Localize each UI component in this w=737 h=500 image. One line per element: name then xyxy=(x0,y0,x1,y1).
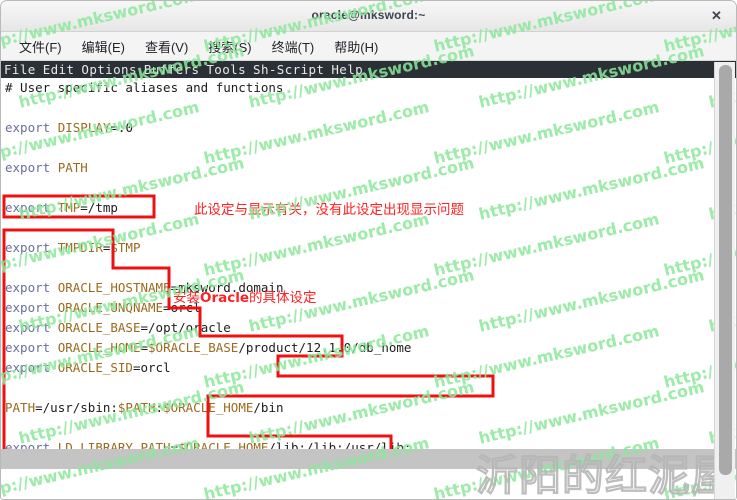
brand-watermark: 沂阳的红泥屋 xyxy=(475,451,734,500)
menu-item-search[interactable]: 搜索(S) xyxy=(198,35,261,58)
code-keyword: export xyxy=(5,160,58,175)
terminal-menu-bar: 文件(F) 编辑(E) 查看(V) 搜索(S) 终端(T) 帮助(H) xyxy=(1,32,736,61)
window-title: oracle@mksword:~ xyxy=(311,8,426,22)
scrollbar-thumb[interactable] xyxy=(719,65,732,475)
code-keyword: export xyxy=(5,240,58,255)
emacs-menu-edit[interactable]: Edit xyxy=(43,62,75,77)
code-var-ref: $ORACLE_BASE xyxy=(148,340,239,355)
emacs-menu-file[interactable]: File xyxy=(4,62,36,77)
code-value: /bin xyxy=(253,400,284,415)
code-line: PATH=/usr/sbin:$PATH:$ORACLE_HOME/bin xyxy=(1,398,716,418)
code-keyword: export xyxy=(5,320,58,335)
emacs-menu-options[interactable]: Options xyxy=(81,62,136,77)
code-value: /opt/oracle xyxy=(148,320,231,335)
code-operator: = xyxy=(140,340,149,355)
code-value: /product/12.1.0/db_home xyxy=(238,340,412,355)
code-comment: # User specific aliases and functions xyxy=(5,80,284,95)
code-variable: ORACLE_SID xyxy=(57,360,133,375)
annotation-oracle-note-suffix: 的具体设定 xyxy=(249,290,317,306)
menu-item-file[interactable]: 文件(F) xyxy=(9,35,72,58)
code-line: export ORACLE_HOME=$ORACLE_BASE/product/… xyxy=(1,338,716,358)
code-variable: PATH xyxy=(5,400,36,415)
code-operator: =: xyxy=(110,120,126,135)
code-line: export TMPDIR=$TMP xyxy=(1,238,716,258)
emacs-menu-tools[interactable]: Tools xyxy=(206,62,246,77)
screenshot-root: oracle@mksword:~ ✕ 文件(F) 编辑(E) 查看(V) 搜索(… xyxy=(0,0,737,500)
annotation-oracle-note-prefix: 安装 xyxy=(173,290,200,306)
menu-item-view[interactable]: 查看(V) xyxy=(135,35,198,58)
code-line: export ORACLE_HOSTNAME=mksword.domain xyxy=(1,278,716,298)
code-keyword: export xyxy=(5,300,58,315)
code-value: /usr/sbin: xyxy=(42,400,118,415)
code-operator: = xyxy=(35,400,43,415)
code-value: /tmp xyxy=(87,200,118,215)
code-lines[interactable]: # User specific aliases and functions ex… xyxy=(1,78,716,449)
annotation-display-note: 此设定与显示有关，没有此设定出现显示问题 xyxy=(194,202,464,218)
annotation-oracle-note: 安装Oracle的具体设定 xyxy=(173,286,317,306)
code-line: export DISPLAY=:0 xyxy=(1,118,716,138)
code-line: export ORACLE_UNQNAME=orcl xyxy=(1,298,716,318)
code-operator: = xyxy=(163,300,171,315)
code-operator: = xyxy=(170,440,179,449)
code-var-ref: $ORACLE_HOME xyxy=(178,440,269,449)
code-line: # User specific aliases and functions xyxy=(1,78,716,98)
title-bar[interactable]: oracle@mksword:~ ✕ xyxy=(1,1,736,32)
code-keyword: export xyxy=(5,120,58,135)
code-variable: ORACLE_HOSTNAME xyxy=(57,280,171,295)
code-variable: TMPDIR xyxy=(57,240,103,255)
code-var-ref: $PATH xyxy=(117,400,156,415)
menu-item-edit[interactable]: 编辑(E) xyxy=(72,35,135,58)
code-var-ref: $ORACLE_HOME xyxy=(163,400,254,415)
terminal-window: oracle@mksword:~ ✕ 文件(F) 编辑(E) 查看(V) 搜索(… xyxy=(0,0,737,500)
code-value: /lib:/lib:/usr/lib; xyxy=(268,440,412,449)
code-variable: ORACLE_BASE xyxy=(57,320,141,335)
menu-item-terminal[interactable]: 终端(T) xyxy=(262,35,325,58)
code-operator: = xyxy=(80,200,88,215)
code-keyword: export xyxy=(5,440,58,449)
code-keyword: export xyxy=(5,200,58,215)
close-icon[interactable]: ✕ xyxy=(709,9,724,24)
code-keyword: export xyxy=(5,360,58,375)
code-variable: PATH xyxy=(57,160,88,175)
code-variable: DISPLAY xyxy=(57,120,111,135)
editor-buffer[interactable]: # User specific aliases and functions ex… xyxy=(1,78,736,449)
code-operator: = xyxy=(140,320,149,335)
emacs-menu-sh-script[interactable]: Sh-Script xyxy=(253,62,324,77)
emacs-menu-buffers[interactable]: Buffers xyxy=(144,62,199,77)
menu-item-help[interactable]: 帮助(H) xyxy=(324,35,388,58)
emacs-menu-help[interactable]: Help xyxy=(331,62,363,77)
code-variable: LD_LIBRARY_PATH xyxy=(57,440,171,449)
code-value: 0 xyxy=(125,120,133,135)
code-value: orcl xyxy=(140,360,171,375)
code-variable: ORACLE_UNQNAME xyxy=(57,300,164,315)
code-variable: TMP xyxy=(57,200,81,215)
code-variable: ORACLE_HOME xyxy=(57,340,141,355)
code-line: export ORACLE_BASE=/opt/oracle xyxy=(1,318,716,338)
code-keyword: export xyxy=(5,340,58,355)
annotation-oracle-note-brand: Oracle xyxy=(200,290,250,306)
code-line: export ORACLE_SID=orcl xyxy=(1,358,716,378)
code-var-ref: $TMP xyxy=(110,240,141,255)
code-value: : xyxy=(155,400,164,415)
emacs-menu-bar: File Edit Options Buffers Tools Sh-Scrip… xyxy=(1,61,736,78)
vertical-scrollbar[interactable] xyxy=(714,62,735,499)
code-line: export PATH xyxy=(1,158,716,178)
code-keyword: export xyxy=(5,280,58,295)
